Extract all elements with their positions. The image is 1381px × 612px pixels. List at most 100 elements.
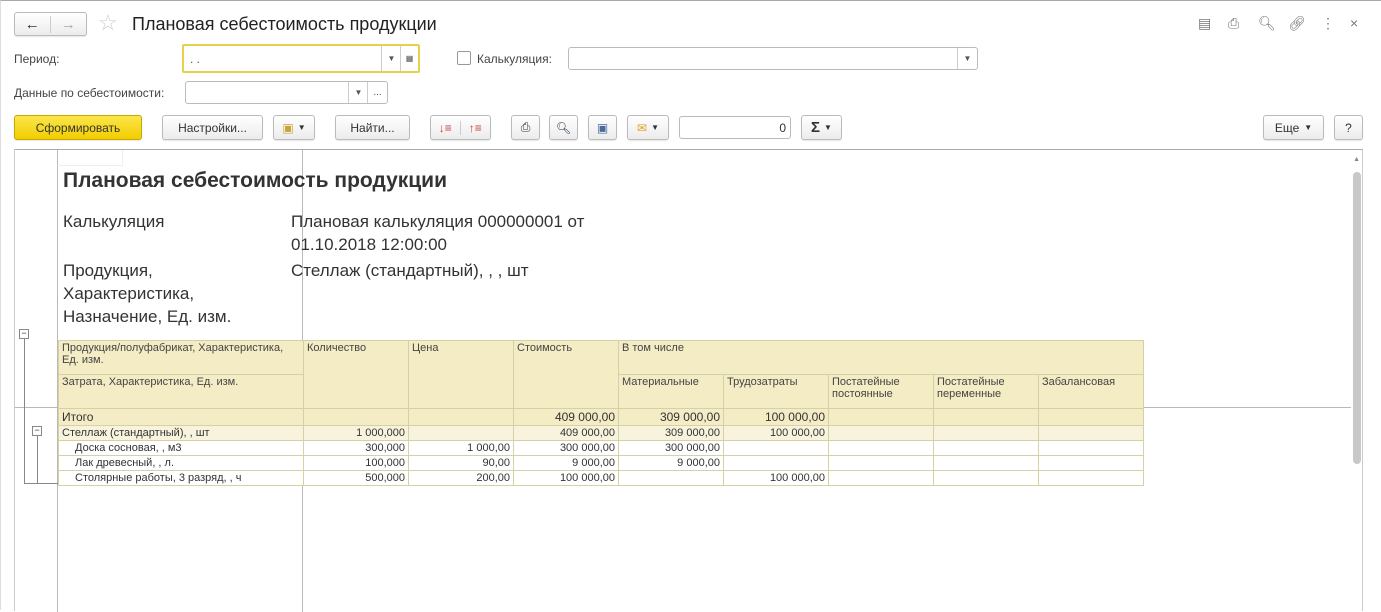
table-cell[interactable] (1038, 455, 1144, 471)
save-icon[interactable]: ▤ (1198, 15, 1211, 32)
preview-icon[interactable]: 🔍︎ (1258, 15, 1276, 32)
preview-button[interactable]: 🔍︎ (549, 115, 578, 140)
table-cell[interactable] (933, 455, 1039, 471)
group-line (24, 339, 25, 483)
calc-dropdown-icon[interactable]: ▼ (957, 48, 977, 69)
table-cell[interactable]: 100 000,00 (513, 470, 619, 486)
table-cell[interactable] (1038, 470, 1144, 486)
table-cell[interactable] (303, 408, 409, 426)
col-header-labor: Трудозатраты (723, 374, 829, 409)
sort-ascending-icon[interactable]: ↑≡ (461, 121, 490, 135)
variants-button[interactable]: ▣ ▼ (273, 115, 315, 140)
cost-data-field[interactable]: ▼ ... (185, 81, 388, 104)
close-icon[interactable]: × (1350, 15, 1358, 31)
table-cell[interactable]: 1 000,00 (408, 440, 514, 456)
table-cell[interactable]: 200,00 (408, 470, 514, 486)
table-cell[interactable]: 100 000,00 (723, 408, 829, 426)
sum-button[interactable]: Σ ▼ (801, 115, 842, 140)
table-cell[interactable]: Доска сосновая, , м3 (58, 440, 304, 456)
table-cell[interactable] (828, 440, 934, 456)
preview-icon: 🔍︎ (555, 120, 572, 135)
table-cell[interactable]: 409 000,00 (513, 408, 619, 426)
report-title: Плановая себестоимость продукции (63, 169, 447, 192)
cost-data-dropdown-icon[interactable]: ▼ (348, 82, 368, 103)
table-cell[interactable]: Стеллаж (стандартный), , шт (58, 425, 304, 441)
table-cell[interactable]: 309 000,00 (618, 408, 724, 426)
settings-button[interactable]: Настройки... (162, 115, 263, 140)
sigma-icon: Σ (811, 119, 821, 136)
report-spreadsheet[interactable]: ▲ Плановая себестоимость продукции Кальк… (14, 149, 1363, 612)
table-cell[interactable] (1038, 440, 1144, 456)
table-cell[interactable]: 309 000,00 (618, 425, 724, 441)
col-header-price: Цена (408, 340, 514, 409)
table-row[interactable]: Итого 409 000,00 309 000,00 100 000,00 (58, 408, 1144, 426)
back-arrow-icon[interactable]: ← (15, 15, 51, 33)
envelope-icon: ✉ (637, 120, 648, 135)
find-button[interactable]: Найти... (335, 115, 410, 140)
table-cell[interactable] (408, 408, 514, 426)
more-button[interactable]: Еще ▼ (1263, 115, 1324, 140)
generate-button[interactable]: Сформировать (14, 115, 142, 140)
table-cell[interactable]: 500,000 (303, 470, 409, 486)
collapse-icon[interactable]: − (19, 329, 29, 339)
forward-arrow-icon[interactable]: → (51, 16, 87, 33)
print-icon[interactable]: ⎙ (1228, 15, 1239, 32)
table-cell[interactable]: Итого (58, 408, 304, 426)
table-cell[interactable] (1038, 408, 1144, 426)
sum-field[interactable]: 0 (679, 116, 791, 139)
table-cell[interactable] (408, 425, 514, 441)
more-vertical-icon[interactable]: ⋮ (1321, 15, 1335, 32)
table-cell[interactable] (933, 470, 1039, 486)
table-cell[interactable]: Лак древесный, , л. (58, 455, 304, 471)
table-cell[interactable]: 9 000,00 (513, 455, 619, 471)
period-dropdown-icon[interactable]: ▼ (381, 46, 401, 71)
vertical-scrollbar[interactable] (1353, 172, 1361, 464)
cell-cursor (57, 150, 123, 166)
col-header-variable: Постатейные переменные (933, 374, 1039, 409)
table-row[interactable]: Стеллаж (стандартный), , шт 1 000,000 409 … (58, 425, 1144, 441)
table-cell[interactable] (933, 425, 1039, 441)
table-cell[interactable]: 90,00 (408, 455, 514, 471)
link-icon[interactable]: 🔗︎ (1288, 15, 1306, 32)
table-row[interactable]: Столярные работы, 3 разряд, , ч 500,000 20… (58, 470, 1144, 486)
favorite-star-icon[interactable]: ☆ (98, 10, 118, 36)
period-field[interactable]: . . ▼ ▦ (182, 44, 420, 73)
table-cell[interactable]: 9 000,00 (618, 455, 724, 471)
col-header-incl: В том числе (618, 340, 1144, 375)
table-cell[interactable] (618, 470, 724, 486)
table-cell[interactable] (828, 408, 934, 426)
table-cell[interactable]: 1 000,000 (303, 425, 409, 441)
table-cell[interactable]: 409 000,00 (513, 425, 619, 441)
table-cell[interactable] (933, 408, 1039, 426)
calc-field[interactable]: ▼ (568, 47, 978, 70)
table-cell[interactable]: Столярные работы, 3 разряд, , ч (58, 470, 304, 486)
table-cell[interactable]: 300,000 (303, 440, 409, 456)
collapse-icon[interactable]: − (32, 426, 42, 436)
table-row[interactable]: Доска сосновая, , м3 300,000 1 000,00 300 0… (58, 440, 1144, 456)
floppy-icon: ▣ (596, 120, 609, 135)
help-button[interactable]: ? (1334, 115, 1363, 140)
table-cell[interactable] (723, 455, 829, 471)
table-cell[interactable]: 100 000,00 (723, 470, 829, 486)
cost-data-select-button[interactable]: ... (367, 82, 387, 103)
calc-checkbox[interactable] (457, 51, 471, 65)
table-cell[interactable]: 300 000,00 (618, 440, 724, 456)
table-cell[interactable] (933, 440, 1039, 456)
email-button[interactable]: ✉ ▼ (627, 115, 669, 140)
save-button[interactable]: ▣ (588, 115, 617, 140)
table-cell[interactable] (723, 440, 829, 456)
table-cell[interactable] (1038, 425, 1144, 441)
nav-buttons: ← → (14, 12, 87, 36)
calendar-icon[interactable]: ▦ (400, 46, 418, 71)
table-cell[interactable] (828, 425, 934, 441)
table-cell[interactable]: 300 000,00 (513, 440, 619, 456)
table-row[interactable]: Лак древесный, , л. 100,000 90,00 9 000,00 9… (58, 455, 1144, 471)
table-cell[interactable] (828, 470, 934, 486)
variants-icon: ▣ (282, 120, 294, 135)
table-cell[interactable]: 100 000,00 (723, 425, 829, 441)
sort-descending-icon[interactable]: ↓≡ (431, 120, 461, 135)
scroll-up-icon[interactable]: ▲ (1353, 156, 1360, 163)
print-button[interactable]: ⎙ (511, 115, 540, 140)
table-cell[interactable]: 100,000 (303, 455, 409, 471)
table-cell[interactable] (828, 455, 934, 471)
